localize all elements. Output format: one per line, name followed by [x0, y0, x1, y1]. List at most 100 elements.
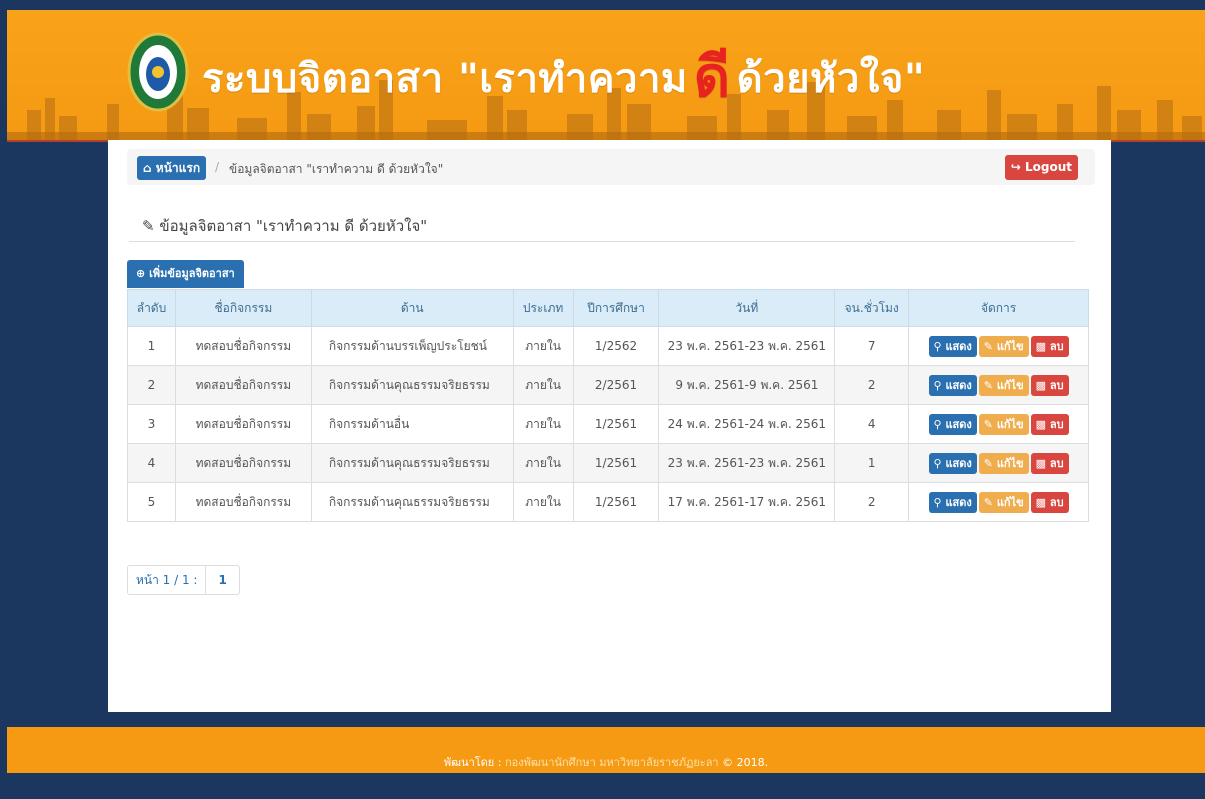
- delete-button[interactable]: ▩ ลบ: [1030, 374, 1069, 396]
- table-header-row: ลำดับ ชื่อกิจกรรม ด้าน ประเภท ปีการศึกษา…: [127, 289, 1089, 327]
- cell-actions: ⚲ แสดง ✎ แก้ไข ▩ ลบ: [908, 365, 1089, 405]
- delete-label: ลบ: [1049, 378, 1064, 392]
- view-button[interactable]: ⚲ แสดง: [928, 491, 977, 513]
- cell-hours: 2: [834, 365, 910, 405]
- site-title-after: ด้วยหัวใจ": [736, 56, 926, 102]
- delete-label: ลบ: [1049, 495, 1064, 509]
- cell-date: 23 พ.ค. 2561-23 พ.ค. 2561: [658, 443, 836, 483]
- cell-name: ทดสอบชื่อกิจกรรม: [174, 482, 312, 522]
- delete-button[interactable]: ▩ ลบ: [1030, 491, 1069, 513]
- view-button[interactable]: ⚲ แสดง: [928, 452, 977, 474]
- trash-icon: ▩: [1035, 378, 1047, 392]
- view-label: แสดง: [945, 456, 972, 470]
- edit-label: แก้ไข: [996, 378, 1024, 392]
- search-icon: ⚲: [933, 495, 942, 509]
- edit-button[interactable]: ✎ แก้ไข: [978, 374, 1029, 396]
- cell-hours: 7: [834, 326, 910, 366]
- cell-side: กิจกรรมด้านคุณธรรมจริยธรรม: [310, 443, 514, 483]
- column-header: ด้าน: [310, 289, 514, 327]
- search-icon: ⚲: [933, 339, 942, 353]
- edit-icon: ✎: [983, 378, 993, 392]
- pagination: หน้า 1 / 1 : 1: [127, 565, 240, 595]
- column-header: ประเภท: [512, 289, 574, 327]
- cell-year: 1/2561: [572, 482, 660, 522]
- search-icon: ⚲: [933, 378, 942, 392]
- table-row: 4 ทดสอบชื่อกิจกรรม กิจกรรมด้านคุณธรรมจริ…: [127, 443, 1089, 483]
- cell-type: ภายใน: [512, 404, 574, 444]
- footer-org-link[interactable]: กองพัฒนานักศึกษา มหาวิทยาลัยราชภัฏยะลา: [505, 756, 719, 769]
- edit-icon: ✎: [983, 456, 993, 470]
- cell-date: 17 พ.ค. 2561-17 พ.ค. 2561: [658, 482, 836, 522]
- activities-table: ลำดับ ชื่อกิจกรรม ด้าน ประเภท ปีการศึกษา…: [127, 289, 1089, 522]
- trash-icon: ▩: [1035, 456, 1047, 470]
- search-icon: ⚲: [933, 456, 942, 470]
- search-icon: ⚲: [933, 417, 942, 431]
- cell-type: ภายใน: [512, 365, 574, 405]
- view-label: แสดง: [945, 417, 972, 431]
- cell-side: กิจกรรมด้านบรรเพ็ญประโยชน์: [310, 326, 514, 366]
- cell-side: กิจกรรมด้านคุณธรรมจริยธรรม: [310, 365, 514, 405]
- breadcrumb-separator: /: [215, 160, 220, 174]
- view-label: แสดง: [945, 339, 972, 353]
- cell-date: 9 พ.ค. 2561-9 พ.ค. 2561: [658, 365, 836, 405]
- edit-button[interactable]: ✎ แก้ไข: [978, 413, 1029, 435]
- cell-actions: ⚲ แสดง ✎ แก้ไข ▩ ลบ: [908, 326, 1089, 366]
- delete-label: ลบ: [1049, 456, 1064, 470]
- university-logo: [127, 32, 189, 112]
- site-header: ระบบจิตอาสา "เราทำความ ดี ด้วยหัวใจ": [7, 10, 1205, 142]
- delete-button[interactable]: ▩ ลบ: [1030, 452, 1069, 474]
- trash-icon: ▩: [1035, 339, 1047, 353]
- cell-side: กิจกรรมด้านอื่น: [310, 404, 514, 444]
- edit-label: แก้ไข: [996, 495, 1024, 509]
- edit-label: แก้ไข: [996, 339, 1024, 353]
- delete-label: ลบ: [1049, 339, 1064, 353]
- page-link-1[interactable]: 1: [206, 566, 238, 594]
- sign-out-icon: ↪: [1010, 160, 1021, 174]
- home-icon: ⌂: [143, 161, 152, 175]
- trash-icon: ▩: [1035, 495, 1047, 509]
- cell-actions: ⚲ แสดง ✎ แก้ไข ▩ ลบ: [908, 443, 1089, 483]
- edit-icon: ✎: [142, 217, 155, 235]
- table-row: 5 ทดสอบชื่อกิจกรรม กิจกรรมด้านคุณธรรมจริ…: [127, 482, 1089, 522]
- cell-type: ภายใน: [512, 482, 574, 522]
- add-volunteer-button[interactable]: ⊕ เพิ่มข้อมูลจิตอาสา: [127, 260, 244, 288]
- footer-prefix: พัฒนาโดย :: [443, 756, 502, 769]
- cell-type: ภายใน: [512, 326, 574, 366]
- cell-name: ทดสอบชื่อกิจกรรม: [174, 404, 312, 444]
- cell-date: 24 พ.ค. 2561-24 พ.ค. 2561: [658, 404, 836, 444]
- site-title-before: ระบบจิตอาสา "เราทำความ: [202, 56, 688, 102]
- cell-no: 4: [127, 443, 176, 483]
- page-title: ✎ ข้อมูลจิตอาสา "เราทำความ ดี ด้วยหัวใจ": [142, 214, 427, 238]
- column-header: วันที่: [658, 289, 836, 327]
- divider: [129, 241, 1075, 242]
- view-button[interactable]: ⚲ แสดง: [928, 374, 977, 396]
- edit-button[interactable]: ✎ แก้ไข: [978, 452, 1029, 474]
- edit-label: แก้ไข: [996, 417, 1024, 431]
- footer-copyright: © 2018.: [722, 756, 769, 769]
- edit-icon: ✎: [983, 495, 993, 509]
- cell-name: ทดสอบชื่อกิจกรรม: [174, 443, 312, 483]
- home-button[interactable]: ⌂ หน้าแรก: [137, 156, 207, 180]
- edit-button[interactable]: ✎ แก้ไข: [978, 335, 1029, 357]
- view-button[interactable]: ⚲ แสดง: [928, 413, 977, 435]
- breadcrumb-current: ข้อมูลจิตอาสา "เราทำความ ดี ด้วยหัวใจ": [229, 162, 444, 176]
- edit-icon: ✎: [983, 339, 993, 353]
- cell-year: 1/2562: [572, 326, 660, 366]
- pagination-info: หน้า 1 / 1 :: [128, 566, 207, 594]
- cell-hours: 2: [834, 482, 910, 522]
- site-title-highlight: ดี: [693, 45, 731, 110]
- page-title-text: ข้อมูลจิตอาสา "เราทำความ ดี ด้วยหัวใจ": [159, 217, 428, 235]
- plus-circle-icon: ⊕: [136, 267, 146, 280]
- logout-button-label: Logout: [1024, 160, 1072, 174]
- cell-no: 5: [127, 482, 176, 522]
- trash-icon: ▩: [1035, 417, 1047, 431]
- delete-button[interactable]: ▩ ลบ: [1030, 335, 1069, 357]
- cell-type: ภายใน: [512, 443, 574, 483]
- edit-label: แก้ไข: [996, 456, 1024, 470]
- logout-button[interactable]: ↪ Logout: [1004, 155, 1078, 180]
- edit-button[interactable]: ✎ แก้ไข: [978, 491, 1029, 513]
- column-header: ปีการศึกษา: [572, 289, 660, 327]
- site-title: ระบบจิตอาสา "เราทำความ ดี ด้วยหัวใจ": [202, 32, 925, 121]
- view-button[interactable]: ⚲ แสดง: [928, 335, 977, 357]
- delete-button[interactable]: ▩ ลบ: [1030, 413, 1069, 435]
